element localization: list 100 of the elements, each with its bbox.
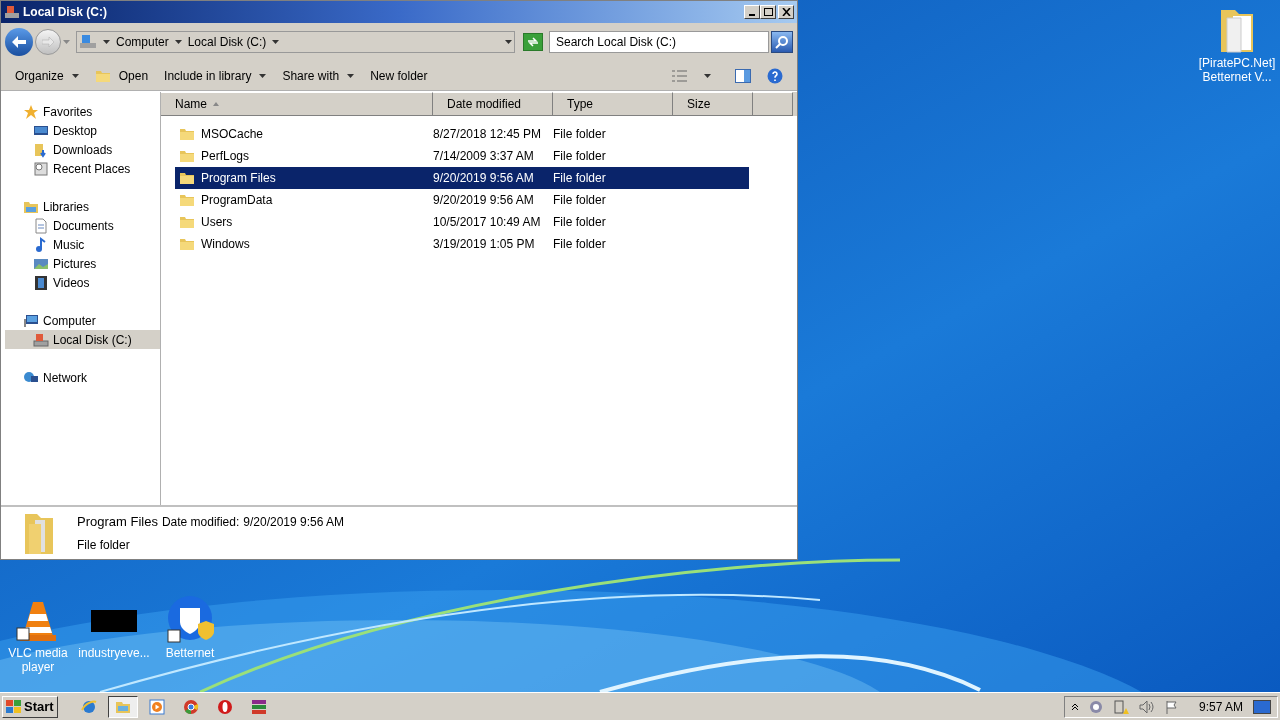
date-cell-text: 8/27/2018 12:45 PM (433, 126, 543, 143)
file-name: Windows (201, 236, 250, 253)
document-icon (33, 217, 49, 234)
column-header[interactable]: Size (673, 92, 753, 116)
breadcrumb[interactable]: Computer (116, 33, 169, 51)
nav-item[interactable]: Documents (5, 216, 160, 235)
search-field[interactable]: Search Local Disk (C:) (549, 31, 769, 53)
windows-flag-icon (6, 699, 22, 714)
file-row[interactable]: MSOCache 8/27/2018 12:45 PM File folder (175, 123, 749, 145)
nav-group[interactable]: Network (5, 368, 160, 387)
file-row[interactable]: Users 10/5/2017 10:49 AM File folder (175, 211, 749, 233)
desktop-icon-label[interactable]: VLC media player (5, 646, 71, 674)
network-warning-icon (1112, 698, 1129, 715)
breadcrumb[interactable]: Local Disk (C:) (187, 33, 267, 51)
close-button[interactable] (778, 5, 794, 19)
type-cell-text: File folder (553, 170, 607, 187)
file-row[interactable]: ProgramData 9/20/2019 9:56 AM File folder (175, 189, 749, 211)
date-cell-text: 3/19/2019 1:05 PM (433, 236, 536, 253)
play-icon (147, 697, 166, 716)
column-header[interactable]: Date modified (433, 92, 553, 116)
nav-item[interactable]: Music (5, 235, 160, 254)
nav-item[interactable]: Videos (5, 273, 160, 292)
back-arrow-icon (12, 36, 26, 48)
toolbar-button[interactable]: Open (94, 66, 149, 85)
nav-item[interactable]: Local Disk (C:) (5, 330, 160, 349)
caret-icon (704, 73, 711, 78)
caret-icon (103, 40, 110, 44)
search-button[interactable] (771, 31, 793, 53)
forward-arrow-icon (42, 37, 54, 47)
toolbar-button[interactable]: Organize (15, 66, 79, 85)
address-bar[interactable]: Computer Local Disk (C:) (76, 31, 515, 53)
nav-group[interactable]: Libraries (5, 197, 160, 216)
computer-icon (23, 312, 39, 329)
item-name: Program Files (77, 513, 158, 532)
back-button[interactable] (5, 28, 33, 56)
item-type: File folder (77, 536, 131, 554)
column-header[interactable]: Name (161, 92, 433, 116)
refresh-arrows-icon (527, 37, 539, 47)
round-browser-icon (181, 697, 200, 716)
show-desktop-icon[interactable] (1253, 699, 1271, 714)
caret-icon (259, 73, 267, 78)
nav-group[interactable]: Computer (5, 311, 160, 330)
type-cell-text: File folder (553, 236, 607, 253)
folder-icon (179, 214, 195, 230)
file-name: MSOCache (201, 126, 264, 143)
date-label: Date modified: (161, 514, 240, 532)
nav-group[interactable]: Favorites (5, 102, 160, 121)
toolbar-button[interactable]: Include in library (164, 66, 267, 85)
o-ring-icon (215, 697, 234, 716)
stacked-books-icon (249, 697, 268, 716)
view-list-icon (672, 69, 688, 82)
file-name: PerfLogs (201, 148, 250, 165)
folder-icon (179, 170, 195, 186)
file-row[interactable]: Windows 3/19/2019 1:05 PM File folder (175, 233, 749, 255)
folder-icon (179, 236, 195, 252)
disk-icon (4, 4, 20, 20)
folder-arrow-icon (33, 141, 49, 158)
type-cell-text: File folder (553, 148, 607, 165)
start-button[interactable]: Start (2, 695, 58, 718)
date-cell-text: 9/20/2019 9:56 AM (433, 170, 535, 187)
file-row[interactable]: PerfLogs 7/14/2009 3:37 AM File folder (175, 145, 749, 167)
nav-item[interactable]: Desktop (5, 121, 160, 140)
caret-icon (272, 40, 280, 44)
type-cell-text: File folder (553, 192, 607, 209)
window-title: Local Disk (C:) (23, 4, 108, 21)
file-name: Users (201, 214, 233, 231)
search-icon (775, 35, 789, 49)
file-name: Program Files (201, 170, 276, 187)
disk-icon (79, 34, 97, 50)
preview-pane-icon (735, 68, 751, 83)
maximize-icon (763, 8, 773, 16)
nav-item[interactable]: Pictures (5, 254, 160, 273)
type-cell-text: File folder (553, 214, 607, 231)
close-icon (781, 8, 791, 16)
date-cell-text: 10/5/2017 10:49 AM (433, 214, 542, 231)
toolbar-button[interactable]: New folder (370, 66, 428, 85)
date-value: 9/20/2019 9:56 AM (243, 514, 345, 532)
caret-icon (63, 40, 70, 44)
file-row[interactable]: Program Files 9/20/2019 9:56 AM File folder (175, 167, 749, 189)
clock-window-icon (33, 160, 49, 177)
desktop-icon-label[interactable]: [PiratePC.Net] Betternet V... (1194, 56, 1280, 84)
nav-item[interactable]: Recent Places (5, 159, 160, 178)
file-name: ProgramData (201, 192, 273, 209)
clock[interactable]: 9:57 AM (1198, 697, 1243, 716)
film-icon (33, 274, 49, 291)
help-icon (767, 67, 783, 84)
toolbar-button[interactable]: Share with (282, 66, 355, 85)
date-cell-text: 7/14/2009 3:37 AM (433, 148, 535, 165)
refresh-button[interactable] (523, 33, 543, 51)
flag-icon (1164, 699, 1179, 714)
taskbar-app-button[interactable] (107, 695, 138, 718)
caret-icon (505, 40, 512, 44)
shield-face-icon (166, 596, 214, 644)
column-header[interactable]: Type (553, 92, 673, 116)
folder-icon (179, 126, 195, 142)
minimize-button[interactable] (744, 5, 760, 19)
caret-icon (347, 73, 355, 78)
nav-item[interactable]: Downloads (5, 140, 160, 159)
maximize-button[interactable] (760, 5, 776, 19)
speaker-icon (1138, 699, 1155, 714)
